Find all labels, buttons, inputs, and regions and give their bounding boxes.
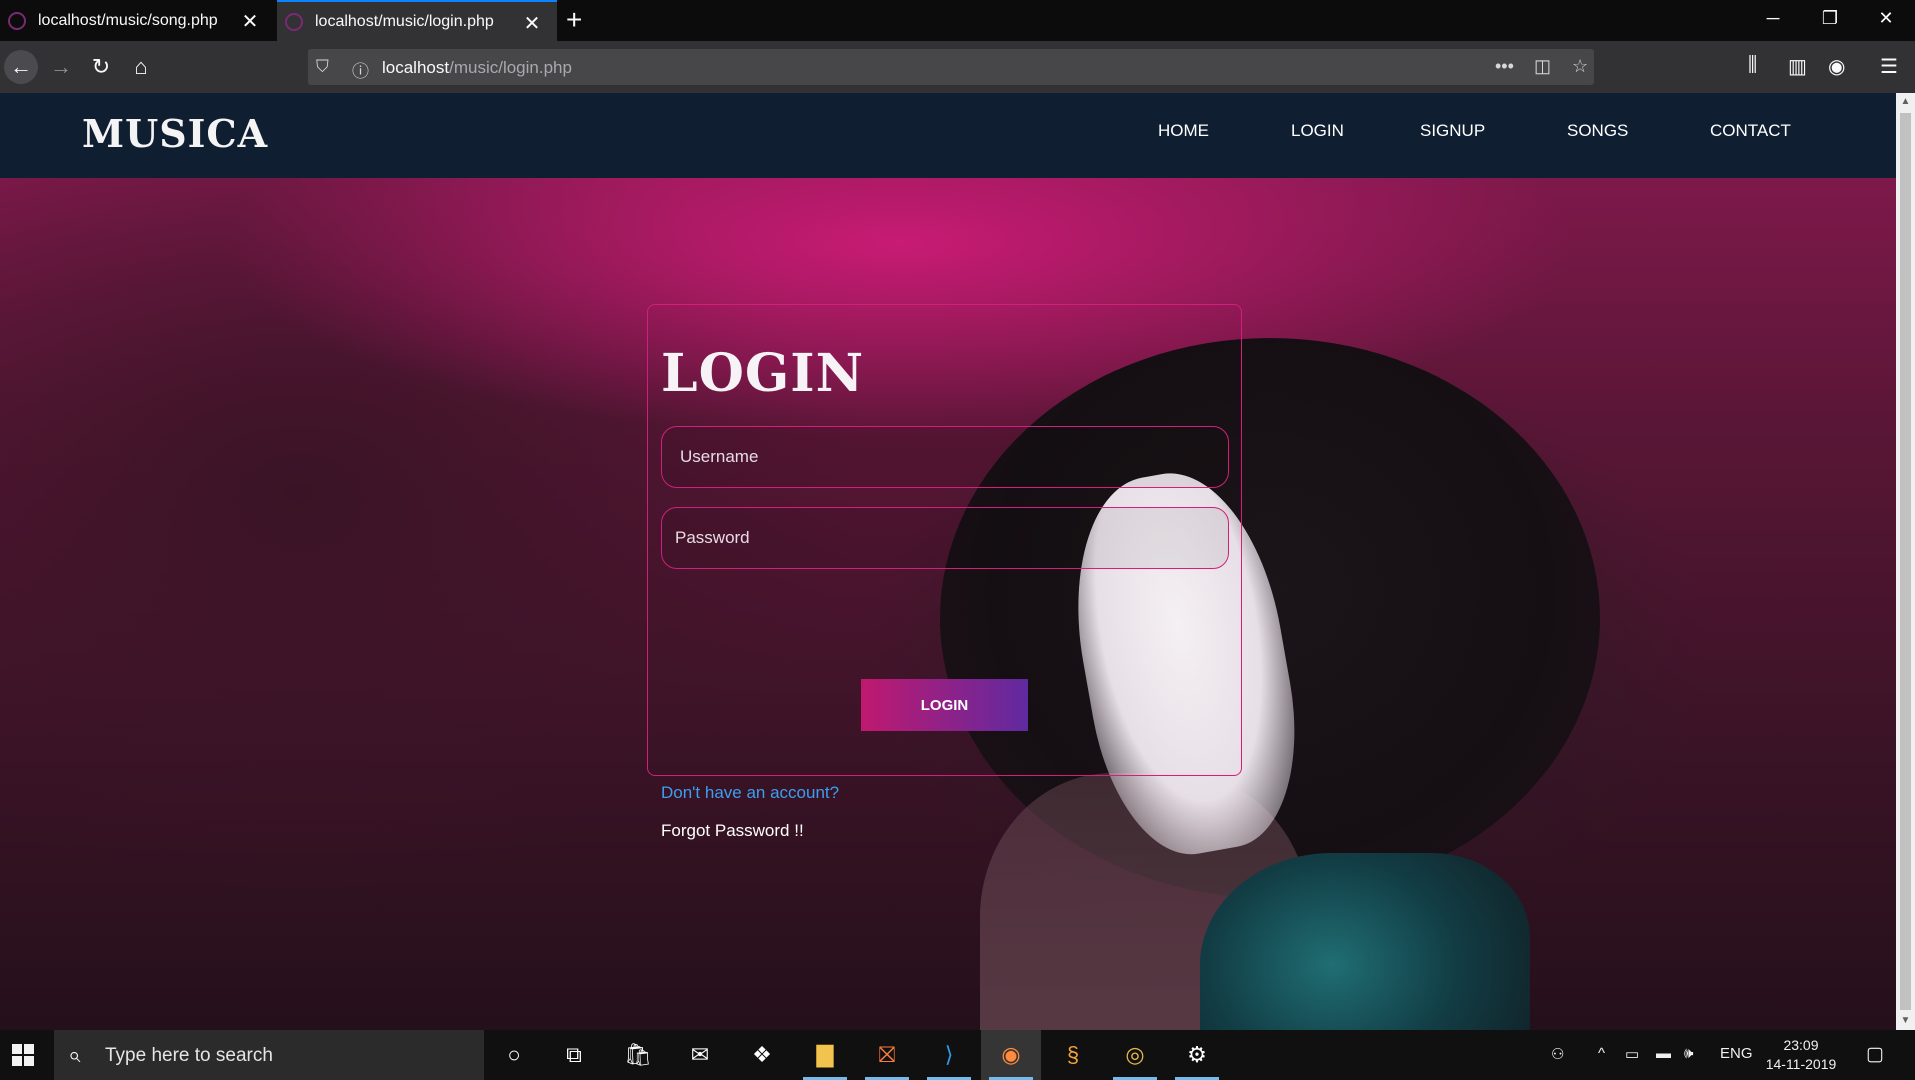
nav-login[interactable]: LOGIN [1291, 121, 1344, 141]
password-input[interactable] [662, 508, 1228, 568]
close-window-button[interactable]: ✕ [1866, 8, 1906, 29]
browser-toolbar: ← → ↻ ⌂ ⛉ ⓘ localhost/music/login.php ••… [0, 41, 1915, 93]
clock-time: 23:09 [1783, 1037, 1819, 1053]
taskbar-clock[interactable]: 23:09 14-11-2019 [1762, 1036, 1840, 1074]
account-icon[interactable]: ◉ [1828, 54, 1845, 79]
username-input[interactable] [662, 427, 1228, 487]
background-photo-jacket [1200, 853, 1530, 1030]
login-button[interactable]: LOGIN [861, 679, 1028, 731]
browser-tab-strip: localhost/music/song.php ✕ localhost/mus… [0, 0, 1915, 41]
tab-login-page[interactable]: localhost/music/login.php ✕ [277, 0, 557, 41]
url-host: localhost [382, 58, 450, 77]
firefox-icon[interactable]: ◉ [981, 1030, 1041, 1080]
store-icon[interactable]: 🛍 [608, 1030, 668, 1080]
forward-arrow-icon[interactable]: → [46, 52, 76, 82]
action-center-icon[interactable]: ▢ [1866, 1043, 1884, 1066]
tab-title: localhost/music/song.php [38, 11, 218, 29]
nav-songs[interactable]: SONGS [1567, 121, 1628, 141]
nav-home[interactable]: HOME [1158, 121, 1209, 141]
page-actions-icon[interactable]: ••• [1495, 56, 1514, 77]
tray-chevron-up-icon[interactable]: ^ [1598, 1045, 1605, 1062]
page-viewport: MUSICA HOME LOGIN SIGNUP SONGS CONTACT L… [0, 93, 1896, 1030]
sublime-icon[interactable]: § [1043, 1030, 1103, 1080]
close-tab-icon[interactable]: ✕ [239, 9, 261, 34]
search-icon: ⌕ [68, 1042, 81, 1067]
forgot-password-link[interactable]: Forgot Password !! [661, 821, 804, 841]
restore-window-button[interactable]: ❐ [1810, 8, 1850, 29]
home-icon[interactable]: ⌂ [126, 52, 156, 82]
scroll-down-arrow-icon[interactable]: ▼ [1896, 1015, 1915, 1026]
username-field[interactable] [661, 426, 1229, 488]
language-indicator[interactable]: ENG [1720, 1045, 1753, 1062]
chrome-icon[interactable]: ◎ [1105, 1030, 1165, 1080]
xampp-icon[interactable]: ⛝ [857, 1030, 917, 1080]
bookmark-star-icon[interactable]: ☆ [1572, 56, 1588, 77]
password-field[interactable] [661, 507, 1229, 569]
vscode-icon[interactable]: ⟩ [919, 1030, 979, 1080]
close-tab-icon[interactable]: ✕ [521, 11, 543, 36]
site-favicon-icon [8, 11, 26, 30]
windows-taskbar: ⌕ Type here to search ○ ⧉ 🛍 ✉ ❖ ▇ ⛝ ⟩ ◉ … [0, 1030, 1915, 1080]
sidebar-icon[interactable]: ▥ [1788, 54, 1807, 79]
settings-gear-icon[interactable]: ⚙ [1167, 1030, 1227, 1080]
site-header: MUSICA HOME LOGIN SIGNUP SONGS CONTACT [0, 93, 1896, 178]
nav-contact[interactable]: CONTACT [1710, 121, 1791, 141]
library-icon[interactable]: ⫼ [1748, 54, 1757, 77]
search-placeholder: Type here to search [105, 1045, 273, 1066]
file-explorer-icon[interactable]: ▇ [795, 1030, 855, 1080]
site-favicon-icon [285, 12, 303, 31]
tracking-shield-icon[interactable]: ⛉ [316, 57, 329, 77]
people-icon[interactable]: ⚇ [1551, 1045, 1564, 1063]
url-path: /music/login.php [449, 58, 572, 77]
pocket-icon[interactable]: ◫ [1534, 56, 1551, 77]
tab-song-page[interactable]: localhost/music/song.php ✕ [0, 0, 275, 41]
url-text[interactable]: localhost/music/login.php [382, 58, 572, 78]
back-arrow-icon[interactable]: ← [4, 50, 38, 84]
login-title: LOGIN [661, 343, 865, 404]
dropbox-icon[interactable]: ❖ [732, 1030, 792, 1080]
site-logo[interactable]: MUSICA [82, 111, 268, 156]
address-bar[interactable]: ⛉ ⓘ localhost/music/login.php ••• ◫ ☆ [308, 49, 1594, 85]
minimize-window-button[interactable]: ─ [1753, 8, 1793, 29]
site-info-icon[interactable]: ⓘ [352, 57, 369, 82]
cortana-icon[interactable]: ○ [484, 1030, 544, 1080]
signup-link[interactable]: Don't have an account? [661, 783, 839, 803]
reload-icon[interactable]: ↻ [86, 52, 116, 82]
taskbar-search-box[interactable]: ⌕ Type here to search [54, 1030, 484, 1080]
tab-title: localhost/music/login.php [315, 12, 494, 30]
scroll-up-arrow-icon[interactable]: ▲ [1896, 96, 1915, 107]
page-scrollbar[interactable]: ▲ ▼ [1896, 93, 1915, 1030]
task-view-icon[interactable]: ⧉ [544, 1030, 604, 1080]
scroll-thumb[interactable] [1900, 113, 1911, 1010]
login-card: LOGIN LOGIN Don't have an account? Forgo… [647, 304, 1242, 840]
volume-icon[interactable]: 🕪 [1684, 1045, 1693, 1062]
nav-signup[interactable]: SIGNUP [1420, 121, 1485, 141]
new-tab-button[interactable]: + [566, 4, 582, 36]
mail-icon[interactable]: ✉ [670, 1030, 730, 1080]
hamburger-menu-icon[interactable]: ☰ [1880, 54, 1898, 79]
network-icon[interactable]: ▭ [1625, 1045, 1639, 1063]
battery-icon[interactable]: ▬ [1656, 1045, 1671, 1062]
clock-date: 14-11-2019 [1765, 1056, 1837, 1072]
